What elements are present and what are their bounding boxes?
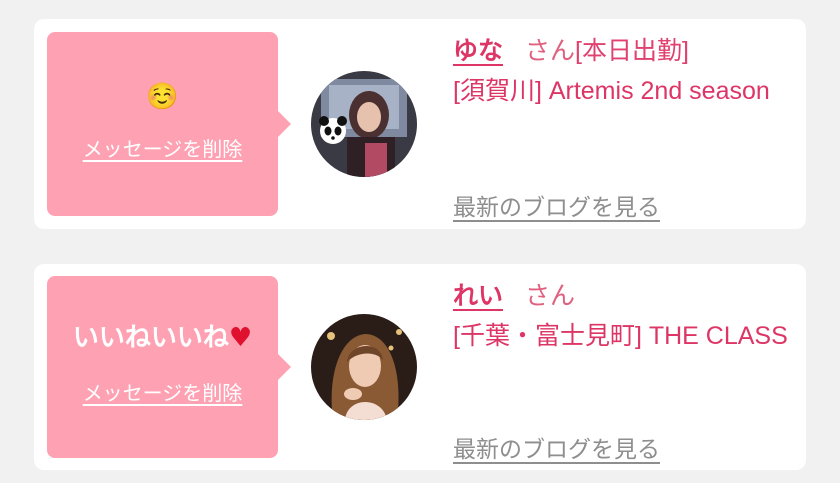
status-badge: [本日出勤]: [575, 37, 689, 65]
message-card: いいねいいね♥ メッセージを削除 れい さん [千葉・富士見町] THE CLAS…: [34, 264, 806, 470]
message-text: ☺️: [146, 82, 179, 112]
delete-message-link[interactable]: メッセージを削除: [47, 381, 278, 405]
avatar[interactable]: [311, 314, 417, 420]
message-bubble: いいねいいね♥ メッセージを削除: [47, 276, 291, 458]
message-bubble: ☺️ メッセージを削除: [47, 32, 291, 216]
honorific: さん: [525, 282, 576, 310]
latest-blog-link[interactable]: 最新のブログを見る: [453, 434, 660, 464]
honorific: さん: [525, 37, 576, 65]
delete-message-link[interactable]: メッセージを削除: [47, 137, 278, 161]
latest-blog-link[interactable]: 最新のブログを見る: [453, 192, 660, 222]
cast-name-link[interactable]: れい: [453, 282, 503, 310]
cast-name-link[interactable]: ゆな: [453, 37, 503, 65]
message-text: いいねいいね♥: [47, 323, 278, 353]
avatar[interactable]: [311, 71, 417, 177]
shop-name: [千葉・富士見町] THE CLASS: [453, 322, 788, 350]
message-text-content: いいねいいね: [72, 323, 229, 353]
cast-info: ゆな さん[本日出勤] [須賀川] Artemis 2nd season 最新のブ…: [453, 31, 793, 220]
heart-icon: ♥: [228, 323, 253, 353]
shop-name: [須賀川] Artemis 2nd season: [453, 77, 770, 105]
message-card: ☺️ メッセージを削除 ゆな さん[本日出勤] [須賀川] Artemis 2nd…: [34, 19, 806, 229]
cast-info: れい さん [千葉・富士見町] THE CLASS 最新のブログを見る: [453, 276, 793, 462]
